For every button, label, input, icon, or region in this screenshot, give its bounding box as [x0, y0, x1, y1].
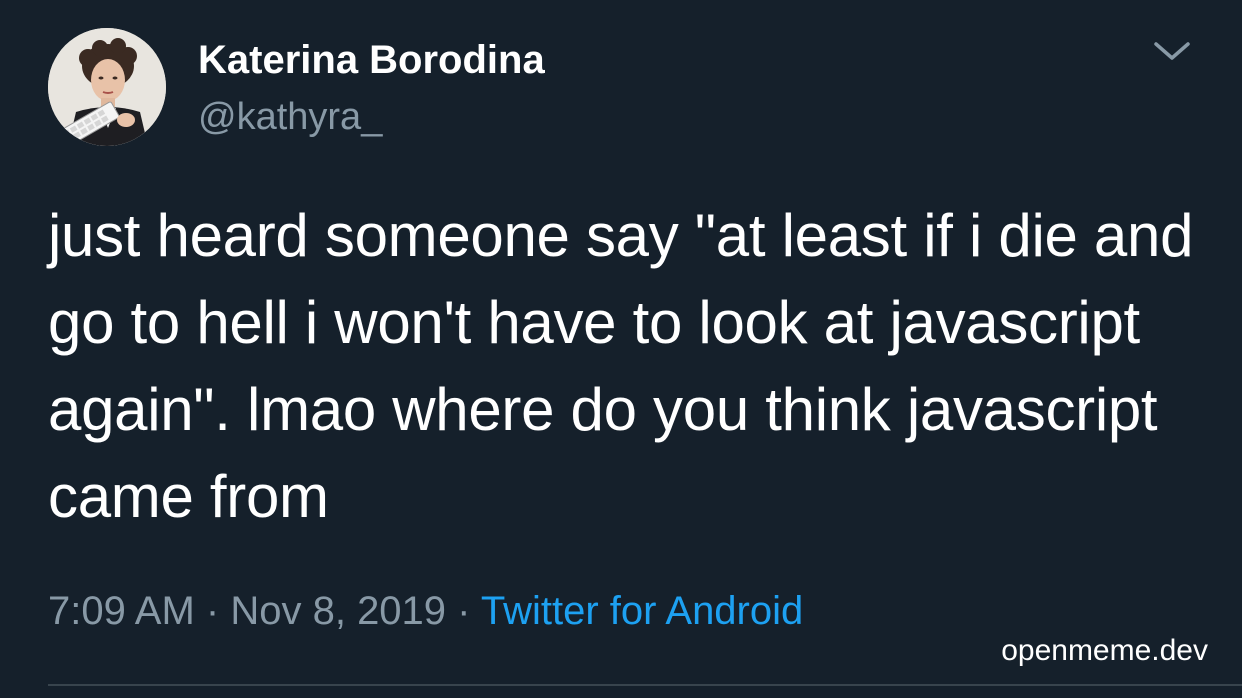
avatar-image — [48, 28, 166, 146]
tweet-time[interactable]: 7:09 AM — [48, 589, 195, 633]
chevron-down-icon[interactable] — [1150, 34, 1194, 68]
meta-separator: · — [457, 589, 471, 633]
author-handle[interactable]: @kathyra_ — [198, 94, 382, 140]
tweet-source-link[interactable]: Twitter for Android — [481, 589, 803, 633]
author-display-name[interactable]: Katerina Borodina — [198, 36, 545, 84]
tweet-text: just heard someone say "at least if i di… — [48, 202, 1194, 530]
divider — [48, 684, 1242, 686]
tweet-date[interactable]: Nov 8, 2019 — [230, 589, 446, 633]
tweet-meta: 7:09 AM · Nov 8, 2019 · Twitter for Andr… — [48, 586, 803, 636]
meta-separator: · — [205, 589, 220, 633]
tweet-card: Katerina Borodina @kathyra_ just heard s… — [0, 0, 1242, 698]
avatar[interactable] — [48, 28, 166, 146]
watermark: openmeme.dev — [1001, 634, 1208, 667]
